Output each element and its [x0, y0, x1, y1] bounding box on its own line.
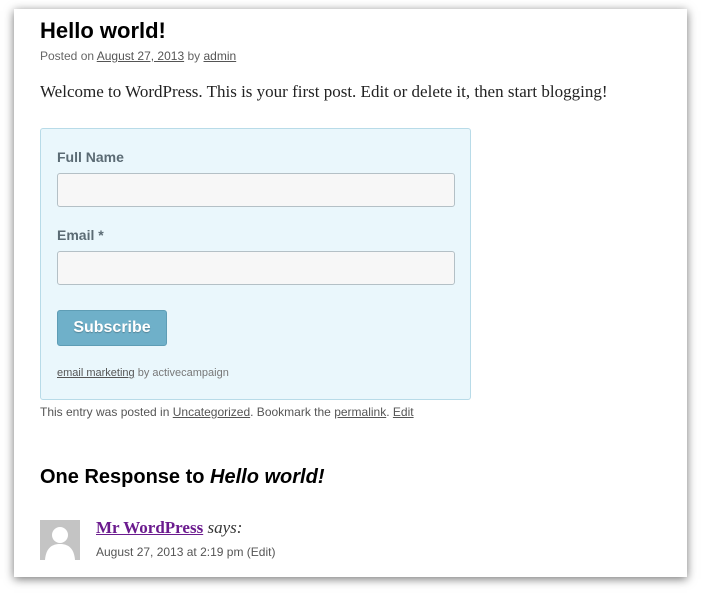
posted-on-text: Posted on: [40, 49, 95, 63]
comments-title: One Response to Hello world!: [40, 466, 325, 489]
category-link[interactable]: Uncategorized: [173, 405, 250, 419]
full-name-input[interactable]: [57, 173, 455, 207]
comment-edit-link[interactable]: (Edit): [247, 545, 276, 559]
comment-author: Mr WordPress says:: [96, 518, 242, 538]
avatar: [40, 520, 80, 560]
subscribe-button[interactable]: Subscribe: [57, 310, 167, 346]
page-frame: Hello world! Posted on August 27, 2013 b…: [14, 9, 687, 577]
entry-meta: This entry was posted in Uncategorized. …: [40, 405, 414, 419]
email-label: Email *: [57, 227, 104, 243]
avatar-placeholder-icon: [40, 520, 80, 560]
comment-meta: August 27, 2013 at 2:19 pm (Edit): [96, 545, 275, 559]
permalink-link[interactable]: permalink: [334, 405, 386, 419]
activecampaign-credit: by activecampaign: [137, 367, 229, 379]
comment-datetime-link[interactable]: August 27, 2013 at 2:19 pm: [96, 545, 243, 559]
subscribe-form: Full Name Email * Subscribe email market…: [40, 128, 471, 400]
email-input[interactable]: [57, 251, 455, 285]
post-body: Welcome to WordPress. This is your first…: [40, 82, 608, 101]
post-author-link[interactable]: admin: [204, 49, 237, 63]
post-date-link[interactable]: August 27, 2013: [97, 49, 184, 63]
entry-meta-prefix: This entry was posted in: [40, 405, 170, 419]
by-text: by: [187, 49, 201, 63]
full-name-label: Full Name: [57, 149, 124, 165]
comment-author-link[interactable]: Mr WordPress: [96, 518, 203, 537]
post-title: Hello world!: [40, 18, 166, 43]
comment-says: says:: [207, 518, 243, 537]
comments-heading-post: Hello world!: [210, 466, 325, 488]
form-footer: email marketing by activecampaign: [57, 367, 229, 379]
entry-meta-separator: .: [386, 405, 390, 419]
edit-post-link[interactable]: Edit: [393, 405, 414, 419]
email-marketing-link[interactable]: email marketing: [57, 367, 135, 379]
post-meta: Posted on August 27, 2013 by admin: [40, 49, 236, 63]
bookmark-text: . Bookmark the: [250, 405, 331, 419]
comments-heading-text: One Response to: [40, 466, 205, 488]
